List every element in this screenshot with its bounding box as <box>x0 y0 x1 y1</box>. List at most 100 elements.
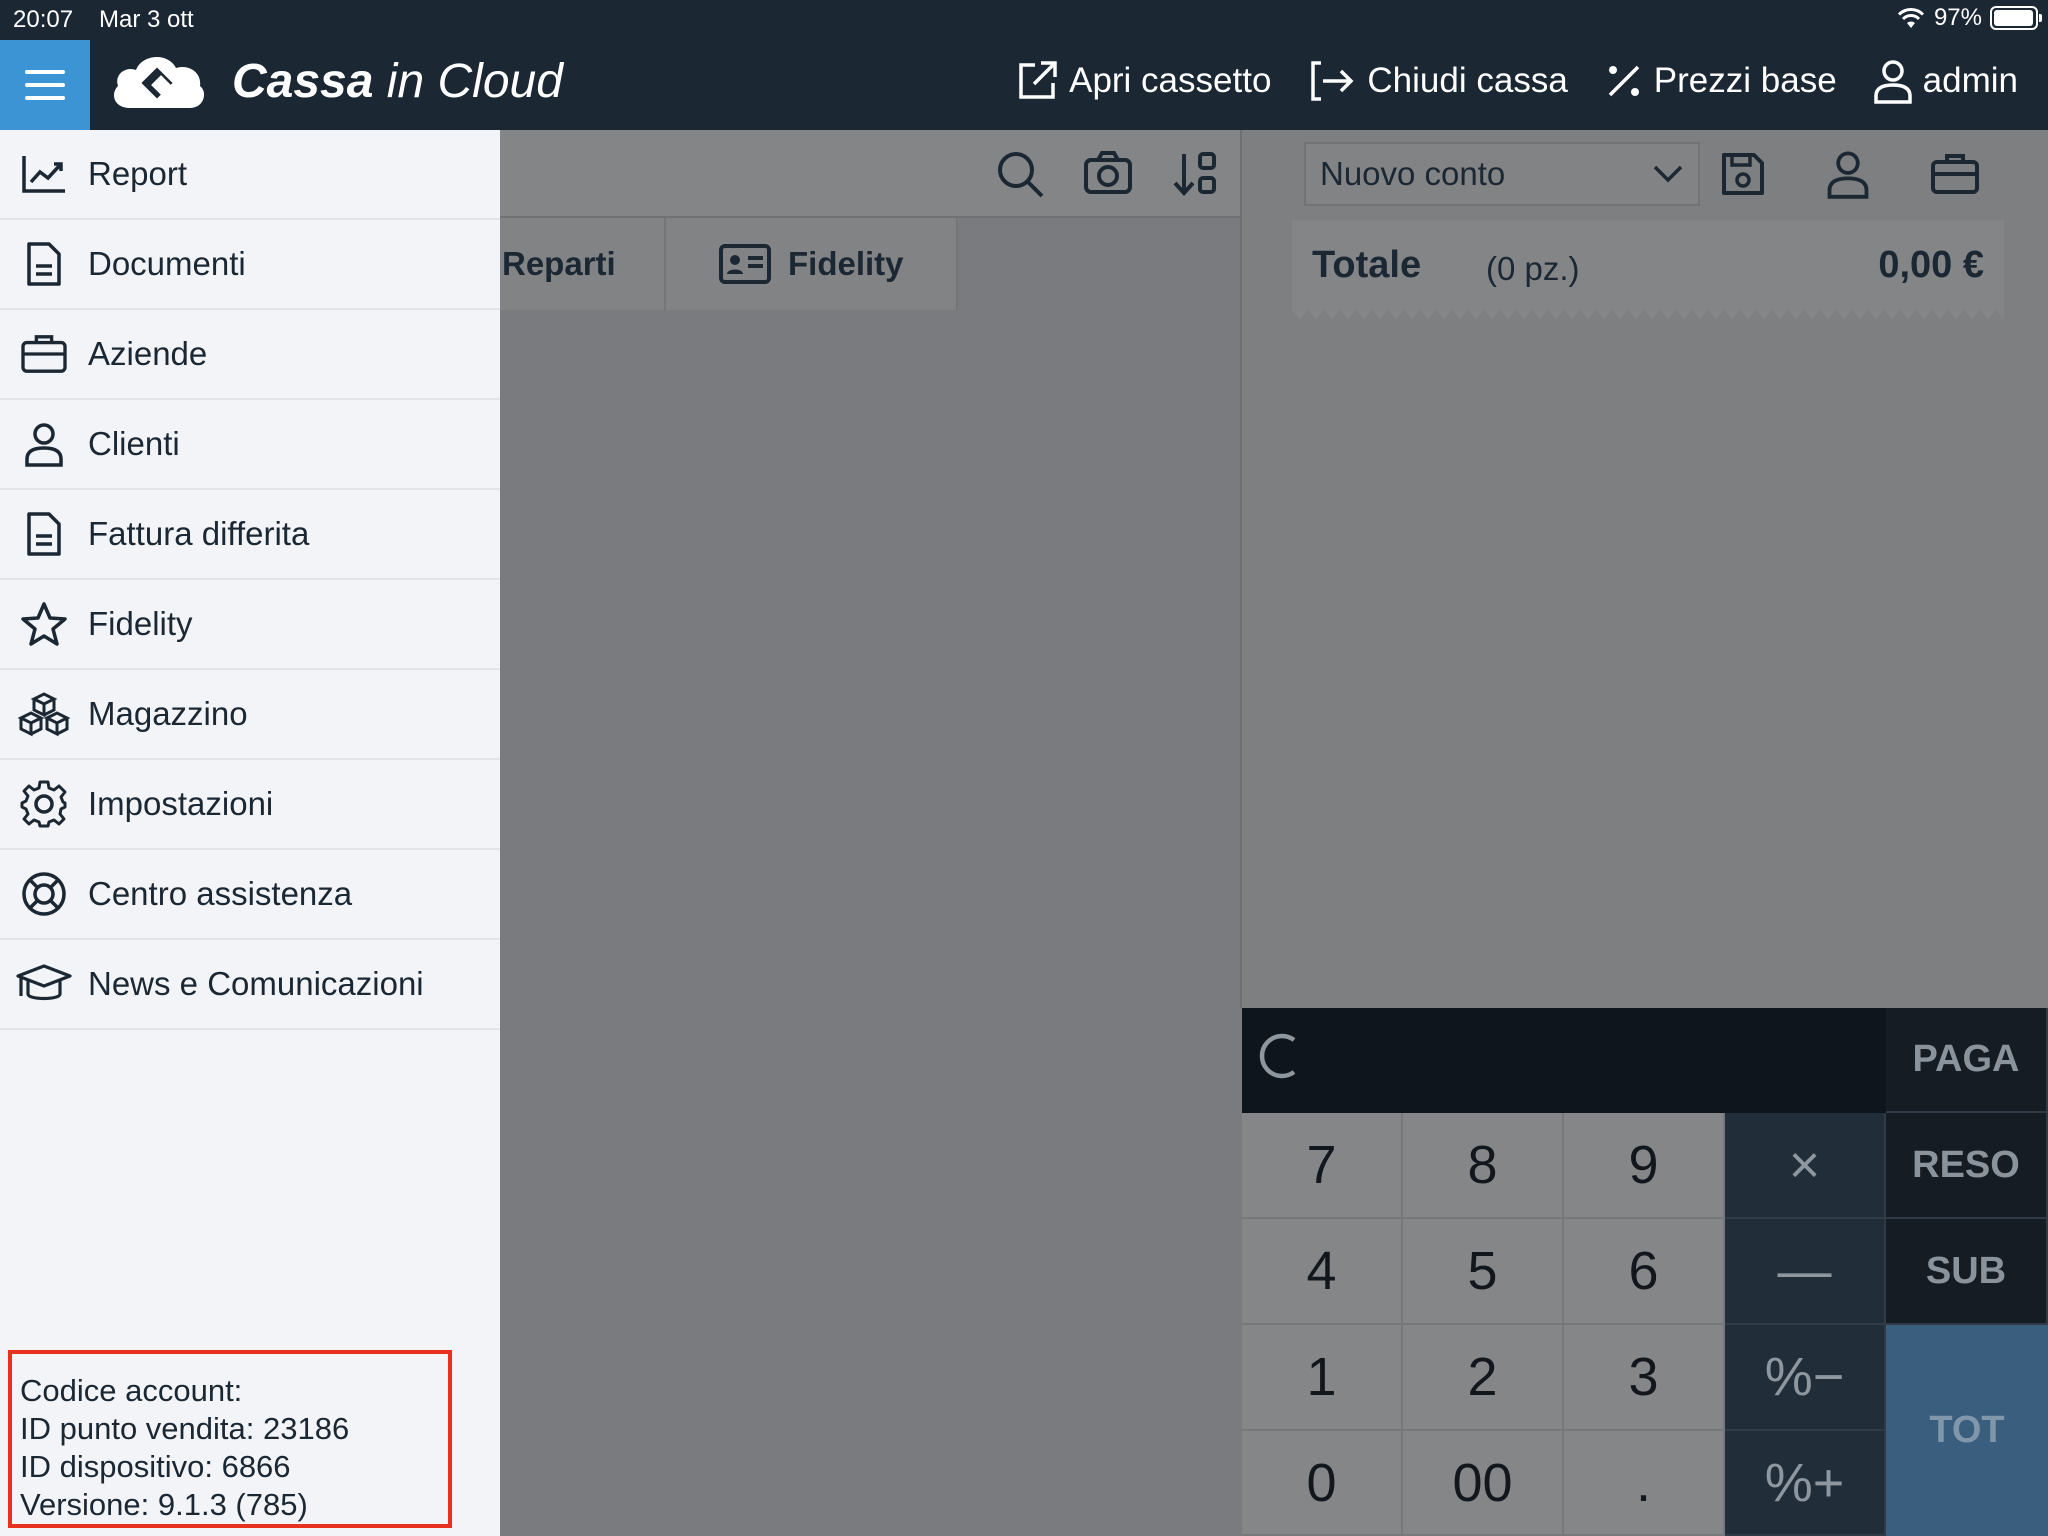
base-prices-label: Prezzi base <box>1653 61 1837 100</box>
key-1[interactable]: 1 <box>1242 1325 1403 1431</box>
menu-icon <box>25 70 65 100</box>
total-amount: 0,00 € <box>1878 244 1984 286</box>
sidebar-item-impostazioni[interactable]: Impostazioni <box>0 760 500 850</box>
sidebar-item-label: Documenti <box>88 245 246 282</box>
sidebar-item-label: Report <box>88 155 188 192</box>
sidebar-item-label: News e Comunicazioni <box>88 965 424 1002</box>
multiply-label: × <box>1788 1135 1821 1195</box>
sidebar-item-report[interactable]: Report <box>0 130 500 220</box>
close-register-label: Chiudi cassa <box>1367 61 1568 100</box>
briefcase-icon[interactable] <box>1930 152 1980 196</box>
document-icon <box>0 511 88 557</box>
catalog-area: Reparti Fidelity <box>500 130 1240 1536</box>
app-header: Cassa in Cloud Apri cassetto Chiudi cass… <box>0 38 2048 130</box>
sidebar-item-news[interactable]: News e Comunicazioni <box>0 940 500 1030</box>
tab-fidelity-label: Fidelity <box>788 245 904 282</box>
hamburger-menu-button[interactable] <box>0 40 90 130</box>
sidebar-item-documenti[interactable]: Documenti <box>0 220 500 310</box>
multiply-button[interactable]: × <box>1725 1113 1886 1219</box>
clear-button[interactable] <box>1256 1026 1300 1086</box>
battery-fill <box>1994 10 2033 26</box>
key-8-label: 8 <box>1467 1135 1498 1195</box>
app-version: Versione: 9.1.3 (785) <box>20 1487 308 1522</box>
key-4[interactable]: 4 <box>1242 1219 1403 1325</box>
key-3-label: 3 <box>1628 1347 1659 1407</box>
total-button[interactable]: TOT <box>1886 1325 2048 1536</box>
key-3[interactable]: 3 <box>1564 1325 1725 1431</box>
key-6[interactable]: 6 <box>1564 1219 1725 1325</box>
camera-icon[interactable] <box>1082 148 1134 200</box>
clear-icon <box>1259 1033 1296 1079</box>
boxes-icon <box>0 691 88 737</box>
search-icon[interactable] <box>994 148 1046 200</box>
tab-reparti[interactable]: Reparti <box>500 218 666 310</box>
device-id: ID dispositivo: 6866 <box>20 1449 291 1484</box>
key-8[interactable]: 8 <box>1403 1113 1564 1219</box>
document-icon <box>0 241 88 287</box>
sidebar-item-label: Impostazioni <box>88 785 274 822</box>
sidebar-item-label: Clienti <box>88 425 180 462</box>
discount-percent-button[interactable]: %− <box>1725 1325 1886 1431</box>
key-7[interactable]: 7 <box>1242 1113 1403 1219</box>
briefcase-icon <box>0 333 88 375</box>
base-prices-button[interactable]: Prezzi base <box>1604 61 1837 101</box>
sidebar-item-fidelity[interactable]: Fidelity <box>0 580 500 670</box>
app-title-bold: Cassa <box>232 54 374 108</box>
subtotal-button[interactable]: SUB <box>1886 1219 2048 1325</box>
surcharge-percent-button[interactable]: %+ <box>1725 1431 1886 1536</box>
key-00[interactable]: 00 <box>1403 1431 1564 1536</box>
sidebar-item-magazzino[interactable]: Magazzino <box>0 670 500 760</box>
wifi-icon <box>1896 6 1926 30</box>
app-title-rest: in Cloud <box>373 54 563 108</box>
graduation-cap-icon <box>0 962 88 1006</box>
sidebar-item-fattura-differita[interactable]: Fattura differita <box>0 490 500 580</box>
total-label: Totale <box>1312 244 1422 286</box>
key-decimal[interactable]: . <box>1564 1431 1725 1536</box>
key-decimal-label: . <box>1635 1452 1651 1513</box>
pieces-count: (0 pz.) <box>1486 250 1580 287</box>
tab-reparti-label: Reparti <box>502 245 616 282</box>
account-code: Codice account: <box>20 1373 243 1408</box>
tab-fidelity[interactable]: Fidelity <box>666 218 958 310</box>
side-drawer: Report Documenti Aziende Clienti Fattura… <box>0 130 500 1536</box>
app-title: Cassa in Cloud <box>232 54 563 109</box>
status-time: 20:07 <box>13 6 74 33</box>
gear-icon <box>0 780 88 828</box>
subtotal-label: SUB <box>1925 1249 2007 1292</box>
key-5[interactable]: 5 <box>1403 1219 1564 1325</box>
minus-button[interactable]: — <box>1725 1219 1886 1325</box>
store-id: ID punto vendita: 23186 <box>20 1411 350 1446</box>
status-date: Mar 3 ott <box>99 6 194 33</box>
key-0[interactable]: 0 <box>1242 1431 1403 1536</box>
user-menu-button[interactable]: admin <box>1873 58 2018 104</box>
key-9[interactable]: 9 <box>1564 1113 1725 1219</box>
chevron-down-icon <box>1653 165 1683 183</box>
sidebar-item-label: Fattura differita <box>88 515 310 552</box>
account-info-box: Codice account: ID punto vendita: 23186 … <box>8 1350 452 1528</box>
star-icon <box>0 601 88 647</box>
sort-icon[interactable] <box>1170 148 1222 200</box>
header-actions: Apri cassetto Chiudi cassa Prezzi base a… <box>1015 58 2018 104</box>
discount-percent-label: %− <box>1764 1347 1845 1407</box>
customer-icon[interactable] <box>1826 149 1870 199</box>
pay-button[interactable]: PAGA <box>1886 1008 2048 1113</box>
sidebar-item-aziende[interactable]: Aziende <box>0 310 500 400</box>
open-drawer-button[interactable]: Apri cassetto <box>1015 59 1271 103</box>
sidebar-item-label: Aziende <box>88 335 208 372</box>
key-00-label: 00 <box>1452 1452 1513 1513</box>
save-icon[interactable] <box>1720 151 1766 197</box>
key-6-label: 6 <box>1628 1241 1659 1301</box>
key-5-label: 5 <box>1467 1241 1498 1301</box>
receipt-edge <box>1292 310 2004 320</box>
order-panel: Nuovo conto Totale (0 pz.) 0,00 € <box>1240 130 2048 1008</box>
key-4-label: 4 <box>1306 1241 1337 1301</box>
sidebar-item-clienti[interactable]: Clienti <box>0 400 500 490</box>
keypad: 7 8 9 4 5 6 1 2 3 0 00 . × — %− %+ PAGA … <box>1242 1008 2048 1536</box>
account-select[interactable]: Nuovo conto <box>1304 142 1700 206</box>
status-right: 97% <box>1896 4 2042 32</box>
key-2[interactable]: 2 <box>1403 1325 1564 1431</box>
refund-button[interactable]: RESO <box>1886 1113 2048 1219</box>
close-register-button[interactable]: Chiudi cassa <box>1307 59 1568 103</box>
key-2-label: 2 <box>1467 1347 1498 1407</box>
sidebar-item-centro-assistenza[interactable]: Centro assistenza <box>0 850 500 940</box>
